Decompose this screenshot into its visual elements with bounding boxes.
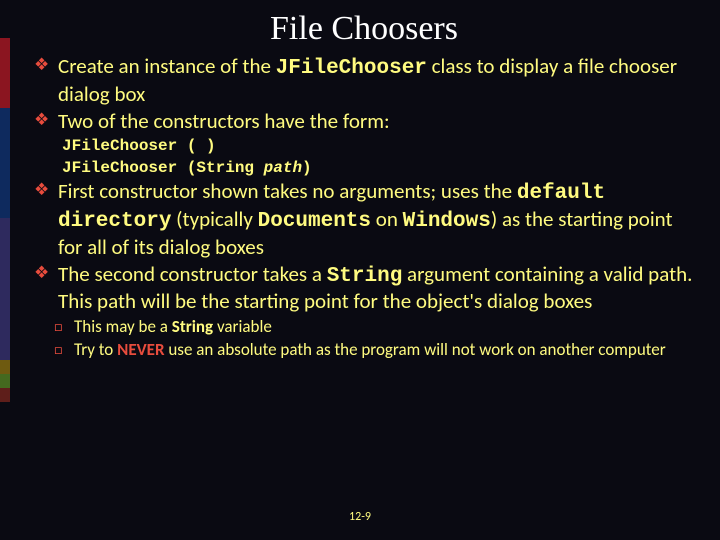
bullet-second-constructor: The second constructor takes a String ar… — [30, 262, 694, 315]
bullet-create-instance: Create an instance of the JFileChooser c… — [30, 54, 694, 107]
text: This may be a — [74, 316, 172, 337]
code-string: String — [327, 265, 403, 288]
accent-stripe — [0, 360, 10, 374]
slide-title: File Choosers — [28, 10, 700, 48]
page-number: 12-9 — [0, 510, 720, 524]
accent-stripe — [0, 218, 10, 360]
bullet-first-constructor: First constructor shown takes no argumen… — [30, 179, 694, 259]
subbullet-never-absolute: Try to NEVER use an absolute path as the… — [30, 339, 694, 360]
text: on — [371, 206, 403, 232]
code-constructor-noargs: JFileChooser ( ) — [62, 137, 700, 155]
text: The second constructor takes a — [58, 261, 327, 287]
subbullet-string-variable: This may be a String variable — [30, 316, 694, 337]
accent-stripe — [0, 388, 10, 402]
code-documents: Documents — [258, 210, 371, 233]
code-jfilechooser: JFileChooser — [276, 57, 427, 80]
text: JFileChooser (String — [62, 159, 264, 177]
code-constructor-path: JFileChooser (String path) — [62, 159, 700, 177]
text: variable — [213, 316, 272, 337]
text: Try to — [74, 339, 117, 360]
bullet-two-constructors: Two of the constructors have the form: — [30, 109, 694, 134]
param-path: path — [264, 159, 302, 177]
text: First constructor shown takes no argumen… — [58, 178, 517, 204]
text: use an absolute path as the program will… — [165, 339, 666, 360]
slide: File Choosers Create an instance of the … — [0, 0, 720, 540]
code-windows: Windows — [403, 210, 491, 233]
emphasis-never: NEVER — [117, 339, 164, 360]
accent-stripe — [0, 108, 10, 218]
bold-string: String — [172, 316, 213, 337]
text: Create an instance of the — [58, 53, 276, 79]
text: ) — [302, 159, 312, 177]
text: (typically — [171, 206, 257, 232]
accent-stripe — [0, 374, 10, 388]
accent-stripe — [0, 38, 10, 108]
